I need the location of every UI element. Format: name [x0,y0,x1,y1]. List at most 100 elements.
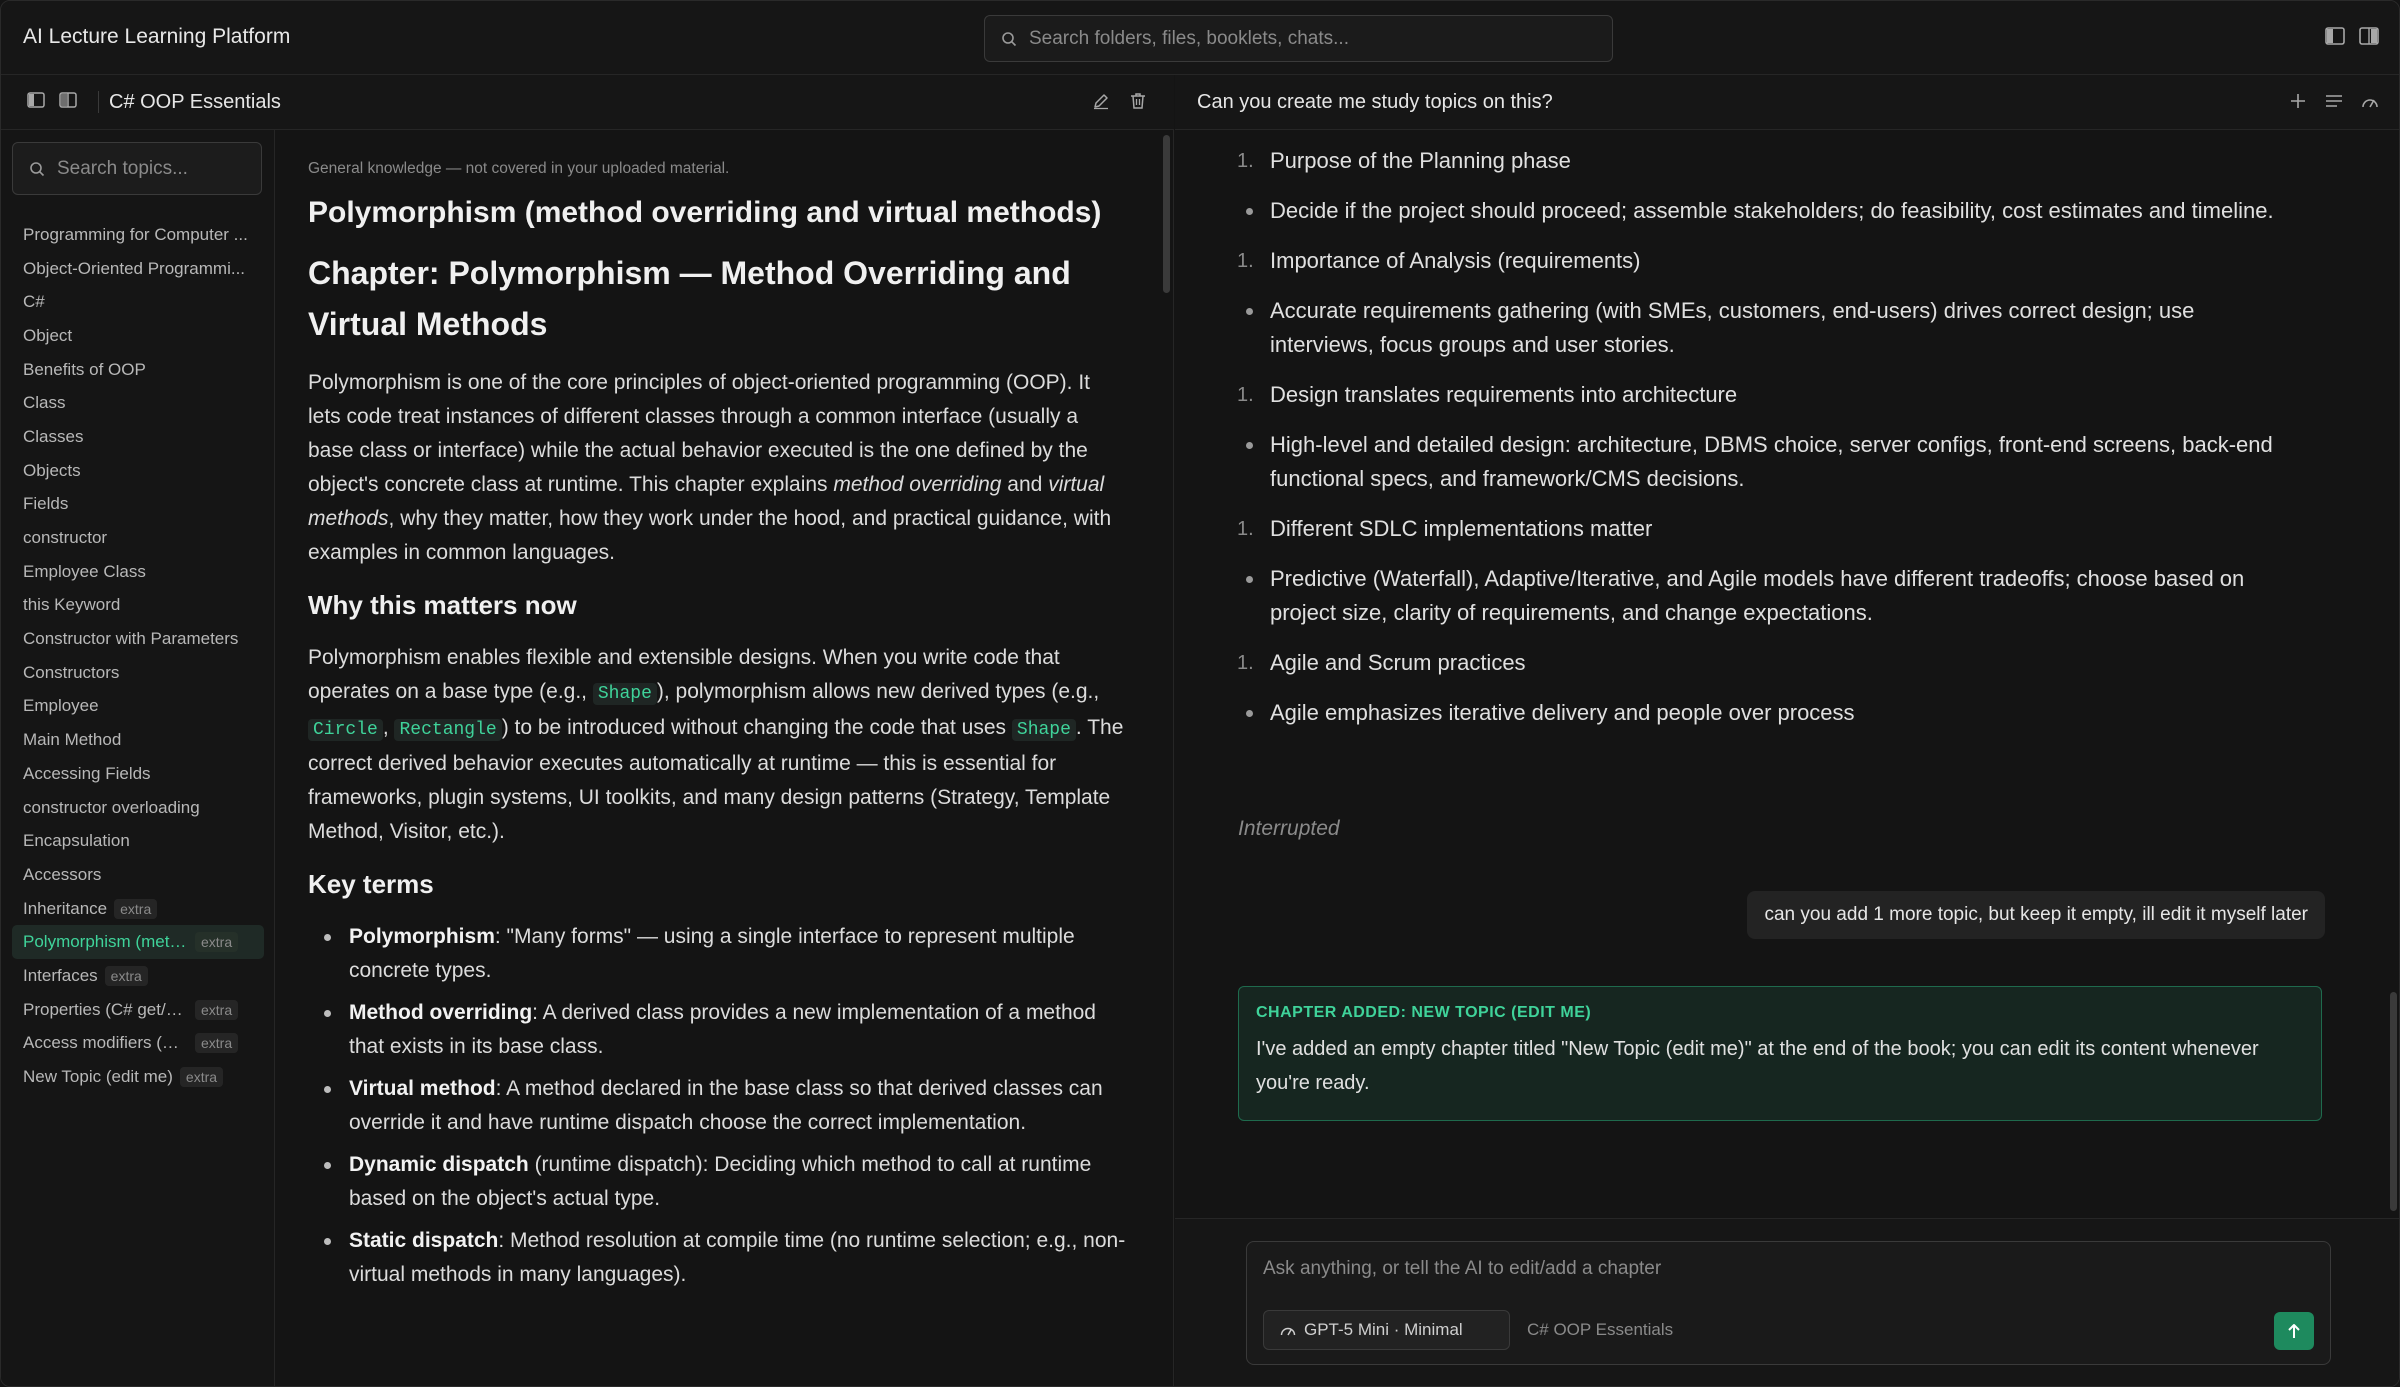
sidebar-topic-item[interactable]: Benefits of OOP [12,353,264,387]
sidebar-topic-item[interactable]: Main Method [12,723,264,757]
sidebar-toggle-icon[interactable] [27,92,45,108]
app-title: AI Lecture Learning Platform [23,25,291,48]
sidebar-topic-label: Constructors [23,662,120,682]
trash-icon[interactable] [1130,92,1146,110]
list-number: 1. [1237,652,1254,674]
sidebar-topic-item[interactable]: Accessing Fields [12,757,264,791]
sidebar-topic-item[interactable]: Class [12,386,264,420]
plus-icon[interactable] [2289,92,2307,110]
gauge-icon [1280,1323,1296,1337]
global-search-box[interactable] [984,15,1613,62]
app-window: AI Lecture Learning Platform Search fold… [0,0,2400,1387]
sidebar-topic-label: Class [23,393,66,413]
sidebar-topic-item[interactable]: Fields [12,488,264,522]
send-arrow-icon [2286,1322,2302,1340]
sidebar-topic-item[interactable]: Classes [12,420,264,454]
sidebar-topic-item[interactable]: Accessors [12,858,264,892]
sidebar-topic-item[interactable]: constructor overloading [12,791,264,825]
sidebar-topic-label: Interfaces [23,965,98,985]
sidebar-topic-label: Object [23,325,73,345]
chat-bullet-item: High-level and detailed design: architec… [1237,428,2297,496]
sidebar-topic-item[interactable]: Objects [12,454,264,488]
chat-numbered-item: 1. Design translates requirements into ar… [1237,378,2297,412]
search-icon [29,161,45,177]
edit-icon[interactable] [1092,92,1110,110]
sidebar-topic-label: Accessing Fields [23,763,151,783]
sidebar-topic-item[interactable]: Properties (C# get/se... extra [12,993,264,1027]
sidebar-topic-item[interactable]: Encapsulation [12,824,264,858]
list-number: 1. [1237,518,1254,540]
sidebar-topic-label: Fields [23,494,69,514]
chat-item-text: Purpose of the Planning phase [1270,148,1571,173]
intro-paragraph: Polymorphism is one of the core principl… [308,371,1112,564]
model-icon[interactable] [2361,92,2379,110]
sidebar-topic-item[interactable]: Employee [12,690,264,724]
key-term-name: Polymorphism [349,925,495,948]
extra-badge: extra [195,999,239,1020]
document-scrollbar[interactable] [1163,135,1170,293]
assistant-message: 1. Purpose of the Planning phase Decide if… [1237,144,2297,746]
document-panel: C# OOP Essentials Programming for Comput… [1,75,1174,1386]
code-shape: Shape [1011,719,1076,741]
split-view-icon[interactable] [59,92,77,108]
code-shape: Shape [592,683,657,705]
list-icon[interactable] [2325,92,2343,110]
extra-badge: extra [104,965,148,986]
key-term-item: Dynamic dispatch (runtime dispatch): Dec… [316,1148,1128,1216]
sidebar-topic-item[interactable]: Employee Class [12,555,264,589]
sidebar-topic-item[interactable]: Constructors [12,656,264,690]
header-divider [98,91,99,113]
document-header: C# OOP Essentials [1,75,1174,130]
sidebar-topic-item[interactable]: Constructor with Parameters [12,622,264,656]
chat-input[interactable] [1263,1258,2303,1288]
model-selector[interactable]: GPT-5 Mini · Minimal [1263,1310,1510,1350]
sidebar-topic-item[interactable]: constructor [12,521,264,555]
chat-item-text: Different SDLC implementations matter [1270,516,1653,541]
send-button[interactable] [2274,1312,2314,1350]
topic-list: Programming for Computer ... Object-Orien… [12,218,264,1094]
sidebar-topic-item[interactable]: Object-Oriented Programmi... [12,252,264,286]
sidebar-topic-label: Objects [23,460,81,480]
sidebar-topic-label: C# [23,292,45,312]
code-circle: Circle [308,719,383,741]
toggle-left-panel-icon[interactable] [2325,27,2345,45]
sidebar-topic-item[interactable]: Polymorphism (meth... extra [12,925,264,960]
sidebar-topic-label: Employee Class [23,561,146,581]
document-content: General knowledge — not covered in your … [308,160,1128,1300]
sidebar-topic-item[interactable]: Access modifiers (pu... extra [12,1027,264,1061]
chat-bullet-item: Predictive (Waterfall), Adaptive/Iterati… [1237,562,2297,630]
topic-sidebar: Programming for Computer ... Object-Orien… [1,130,275,1386]
chapter-heading: Chapter: Polymorphism — Method Overridin… [308,255,1071,342]
term-method-overriding: method overriding [833,473,1002,496]
interrupted-label: Interrupted [1238,817,1340,840]
top-bar: AI Lecture Learning Platform [1,1,2399,75]
section-heading-why: Why this matters now [308,590,577,620]
extra-badge: extra [179,1067,224,1088]
chat-numbered-item: 1. Agile and Scrum practices [1237,646,2297,680]
chat-numbered-item: 1. Purpose of the Planning phase [1237,144,2297,178]
sidebar-topic-item[interactable]: Interfaces extra [12,959,264,993]
sidebar-topic-label: constructor [23,528,108,548]
topic-search-input[interactable] [57,157,247,180]
chat-scrollbar[interactable] [2390,992,2397,1211]
sidebar-topic-label: Programming for Computer ... [23,224,248,244]
sidebar-topic-item[interactable]: New Topic (edit me) extra [12,1060,264,1094]
sidebar-topic-label: Classes [23,426,84,446]
toggle-right-panel-icon[interactable] [2359,27,2379,45]
chat-bullet-item: Accurate requirements gathering (with SM… [1237,294,2297,362]
document-heading: Polymorphism (method overriding and virt… [308,196,1102,229]
chat-item-text: Importance of Analysis (requirements) [1270,248,1641,273]
topic-search-box[interactable] [12,142,262,195]
sidebar-topic-item[interactable]: Inheritance extra [12,892,264,926]
sidebar-topic-label: Properties (C# get/se... [23,999,188,1019]
key-terms-list: Polymorphism: "Many forms" — using a sin… [316,920,1128,1292]
sidebar-topic-label: Object-Oriented Programmi... [23,258,246,278]
sidebar-topic-item[interactable]: this Keyword [12,589,264,623]
sidebar-topic-item[interactable]: C# [12,285,264,319]
sidebar-topic-item[interactable]: Object [12,319,264,353]
sidebar-topic-item[interactable]: Programming for Computer ... [12,218,264,252]
chat-header: Can you create me study topics on this? [1175,75,2399,130]
global-search-input[interactable] [1029,27,1589,50]
sidebar-topic-label: Accessors [23,864,102,884]
composer: GPT-5 Mini · Minimal C# OOP Essentials [1246,1241,2331,1365]
